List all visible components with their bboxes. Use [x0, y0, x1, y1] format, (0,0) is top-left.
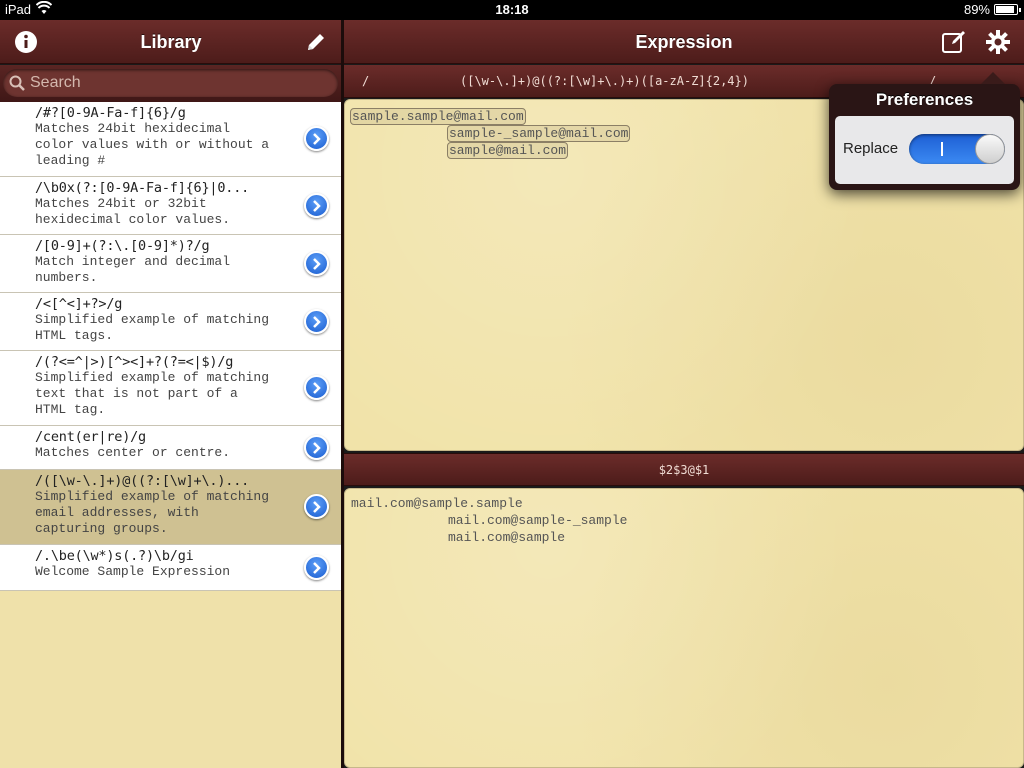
library-item[interactable]: /<[^<]+?>/g Simplified example of matchi… — [0, 293, 341, 351]
clock: 18:18 — [495, 2, 529, 17]
replace-toggle[interactable] — [909, 134, 1005, 164]
preferences-popover: Preferences Replace — [829, 72, 1020, 190]
match-line: sample.sample@mail.com — [350, 108, 526, 125]
preferences-body: Replace — [835, 116, 1014, 184]
expression-navbar: Expression — [344, 20, 1024, 64]
library-list: /#?[0-9A-Fa-f]{6}/g Matches 24bit hexide… — [0, 102, 341, 768]
library-item[interactable]: /cent(er|re)/g Matches center or centre. — [0, 426, 341, 470]
item-description-line: numbers. — [35, 270, 98, 285]
detail-disclosure-button[interactable] — [304, 193, 329, 218]
match-line: sample-_sample@mail.com — [447, 125, 631, 142]
item-expression: /.\be(\w*)s(.?)\b/gi — [35, 548, 194, 564]
item-description-line: HTML tags. — [35, 328, 114, 343]
item-expression: /(?<=^|>)[^><]+?(?=<|$)/g — [35, 354, 234, 370]
item-description-line: Matches 24bit hexidecimal — [35, 121, 231, 136]
search-icon — [9, 75, 25, 96]
result-line: mail.com@sample — [448, 530, 566, 545]
gear-icon[interactable] — [984, 28, 1012, 56]
preferences-title: Preferences — [875, 90, 974, 109]
detail-disclosure-button[interactable] — [304, 494, 329, 519]
result-line: mail.com@sample-_sample — [448, 513, 628, 528]
library-item[interactable]: /#?[0-9A-Fa-f]{6}/g Matches 24bit hexide… — [0, 102, 341, 177]
item-description-line: Simplified example of matching — [35, 370, 270, 385]
item-description-line: text that is not part of a — [35, 386, 238, 401]
item-description-line: Match integer and decimal — [35, 254, 231, 269]
detail-disclosure-button[interactable] — [304, 555, 329, 580]
match-line: sample@mail.com — [447, 142, 569, 159]
library-item[interactable]: /[0-9]+(?:\.[0-9]*)?/g Match integer and… — [0, 235, 341, 293]
item-expression: /#?[0-9A-Fa-f]{6}/g — [35, 105, 186, 121]
item-description-line: leading # — [35, 153, 106, 168]
detail-disclosure-button[interactable] — [304, 435, 329, 460]
detail-disclosure-button[interactable] — [304, 375, 329, 400]
replacement-text[interactable]: $2$3@$1 — [344, 463, 1024, 477]
item-expression: /\b0x(?:[0-9A-Fa-f]{6}|0... — [35, 180, 250, 196]
result-text-area: mail.com@sample.sample mail.com@sample-_… — [344, 488, 1024, 768]
item-description-line: email addresses, with — [35, 505, 199, 520]
detail-disclosure-button[interactable] — [304, 126, 329, 151]
detail-disclosure-button[interactable] — [304, 309, 329, 334]
battery-percent: 89% — [963, 2, 990, 17]
detail-disclosure-button[interactable] — [304, 251, 329, 276]
popover-arrow — [981, 72, 1005, 84]
library-item[interactable]: /(?<=^|>)[^><]+?(?=<|$)/g Simplified exa… — [0, 351, 341, 426]
match-highlight: sample-_sample@mail.com — [447, 125, 631, 142]
item-description-line: Simplified example of matching — [35, 489, 270, 504]
item-description-line: color values with or without a — [35, 137, 270, 152]
status-bar: iPad 18:18 89% — [0, 0, 1024, 20]
library-item[interactable]: /.\be(\w*)s(.?)\b/gi Welcome Sample Expr… — [0, 545, 341, 591]
item-description-line: HTML tag. — [35, 402, 106, 417]
library-item-selected[interactable]: /([\w-\.]+)@((?:[\w]+\.)... Simplified e… — [0, 470, 341, 545]
library-navbar: Library — [0, 20, 342, 64]
replace-label: Replace — [843, 140, 899, 157]
replacement-bar[interactable]: $2$3@$1 — [344, 453, 1024, 486]
pattern-open-slash: / — [362, 74, 370, 88]
item-description-line: Matches 24bit or 32bit — [35, 196, 207, 211]
battery-icon — [994, 4, 1021, 15]
item-expression: /<[^<]+?>/g — [35, 296, 123, 312]
item-description-line: Welcome Sample Expression — [35, 564, 231, 579]
toggle-on-indicator — [941, 142, 943, 156]
match-highlight: sample@mail.com — [447, 142, 569, 159]
item-description-line: Matches center or centre. — [35, 445, 231, 460]
item-description-line: hexidecimal color values. — [35, 212, 231, 227]
item-expression: /cent(er|re)/g — [35, 429, 146, 445]
compose-icon[interactable] — [940, 28, 968, 56]
expression-title: Expression — [635, 32, 733, 52]
item-description-line: capturing groups. — [35, 521, 168, 536]
item-expression: /[0-9]+(?:\.[0-9]*)?/g — [35, 238, 210, 254]
search-input[interactable] — [30, 73, 330, 93]
library-title: Library — [140, 32, 202, 52]
edit-pencil-icon[interactable] — [302, 28, 330, 56]
item-expression: /([\w-\.]+)@((?:[\w]+\.)... — [35, 473, 250, 489]
result-line: mail.com@sample.sample — [351, 496, 523, 511]
search-bar — [0, 65, 341, 102]
search-box[interactable] — [3, 69, 338, 97]
item-description-line: Simplified example of matching — [35, 312, 270, 327]
match-highlight: sample.sample@mail.com — [350, 108, 526, 125]
app-window: iPad 18:18 89% Library Expression Search… — [0, 0, 1024, 768]
pattern-text[interactable]: ([\w-\.]+)@((?:[\w]+\.)+)([a-zA-Z]{2,4}) — [460, 74, 840, 88]
library-item[interactable]: /\b0x(?:[0-9A-Fa-f]{6}|0... Matches 24bi… — [0, 177, 341, 235]
toggle-knob[interactable] — [975, 134, 1005, 164]
